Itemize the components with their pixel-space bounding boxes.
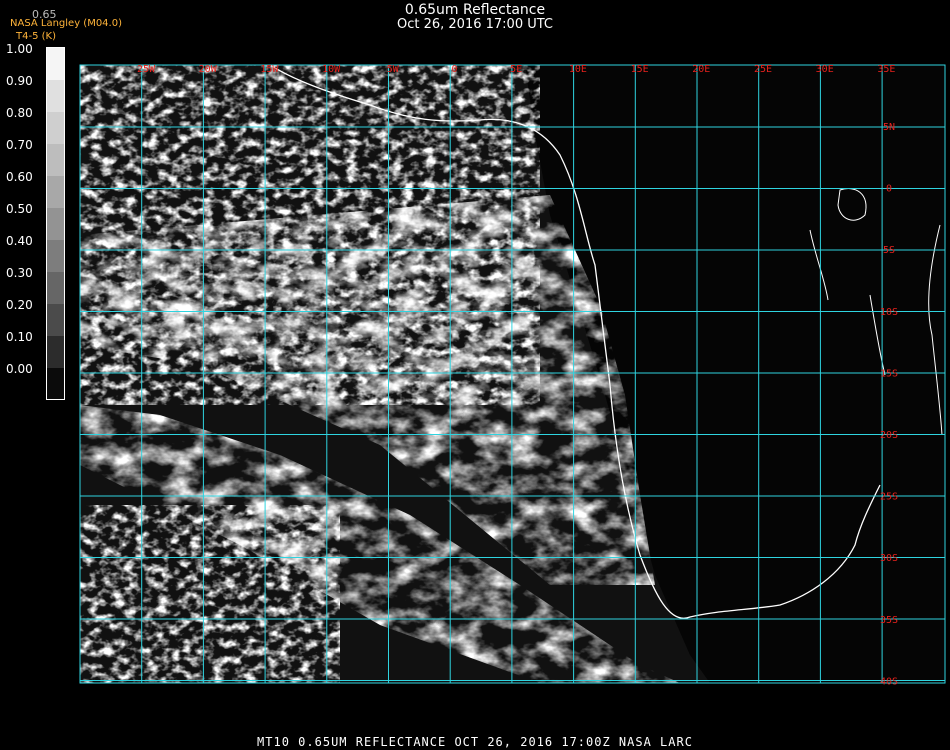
colorbar-tick-label: 0.60 <box>6 170 33 184</box>
footer-caption: MT10 0.65UM REFLECTANCE OCT 26, 2016 17:… <box>257 735 693 749</box>
colorbar-tick-label: 0.10 <box>6 330 33 344</box>
colorbar-tick-label: 0.50 <box>6 202 33 216</box>
colorbar-tick-label: 0.70 <box>6 138 33 152</box>
provider-label: NASA Langley (M04.0) <box>10 18 122 29</box>
colorbar-tick-label: 0.80 <box>6 106 33 120</box>
satellite-image <box>80 65 945 683</box>
colorbar <box>46 47 65 400</box>
colorbar-tick-label: 0.30 <box>6 266 33 280</box>
map-subtitle: Oct 26, 2016 17:00 UTC <box>397 17 553 32</box>
map-title: 0.65um Reflectance <box>404 2 546 18</box>
colorbar-tick-label: 1.00 <box>6 42 33 56</box>
colorbar-tick-label: 0.00 <box>6 362 33 376</box>
colorbar-tick-label: 0.20 <box>6 298 33 312</box>
bt-label: T4-5 (K) <box>16 31 56 42</box>
colorbar-tick-label: 0.90 <box>6 74 33 88</box>
colorbar-tick-label: 0.40 <box>6 234 33 248</box>
